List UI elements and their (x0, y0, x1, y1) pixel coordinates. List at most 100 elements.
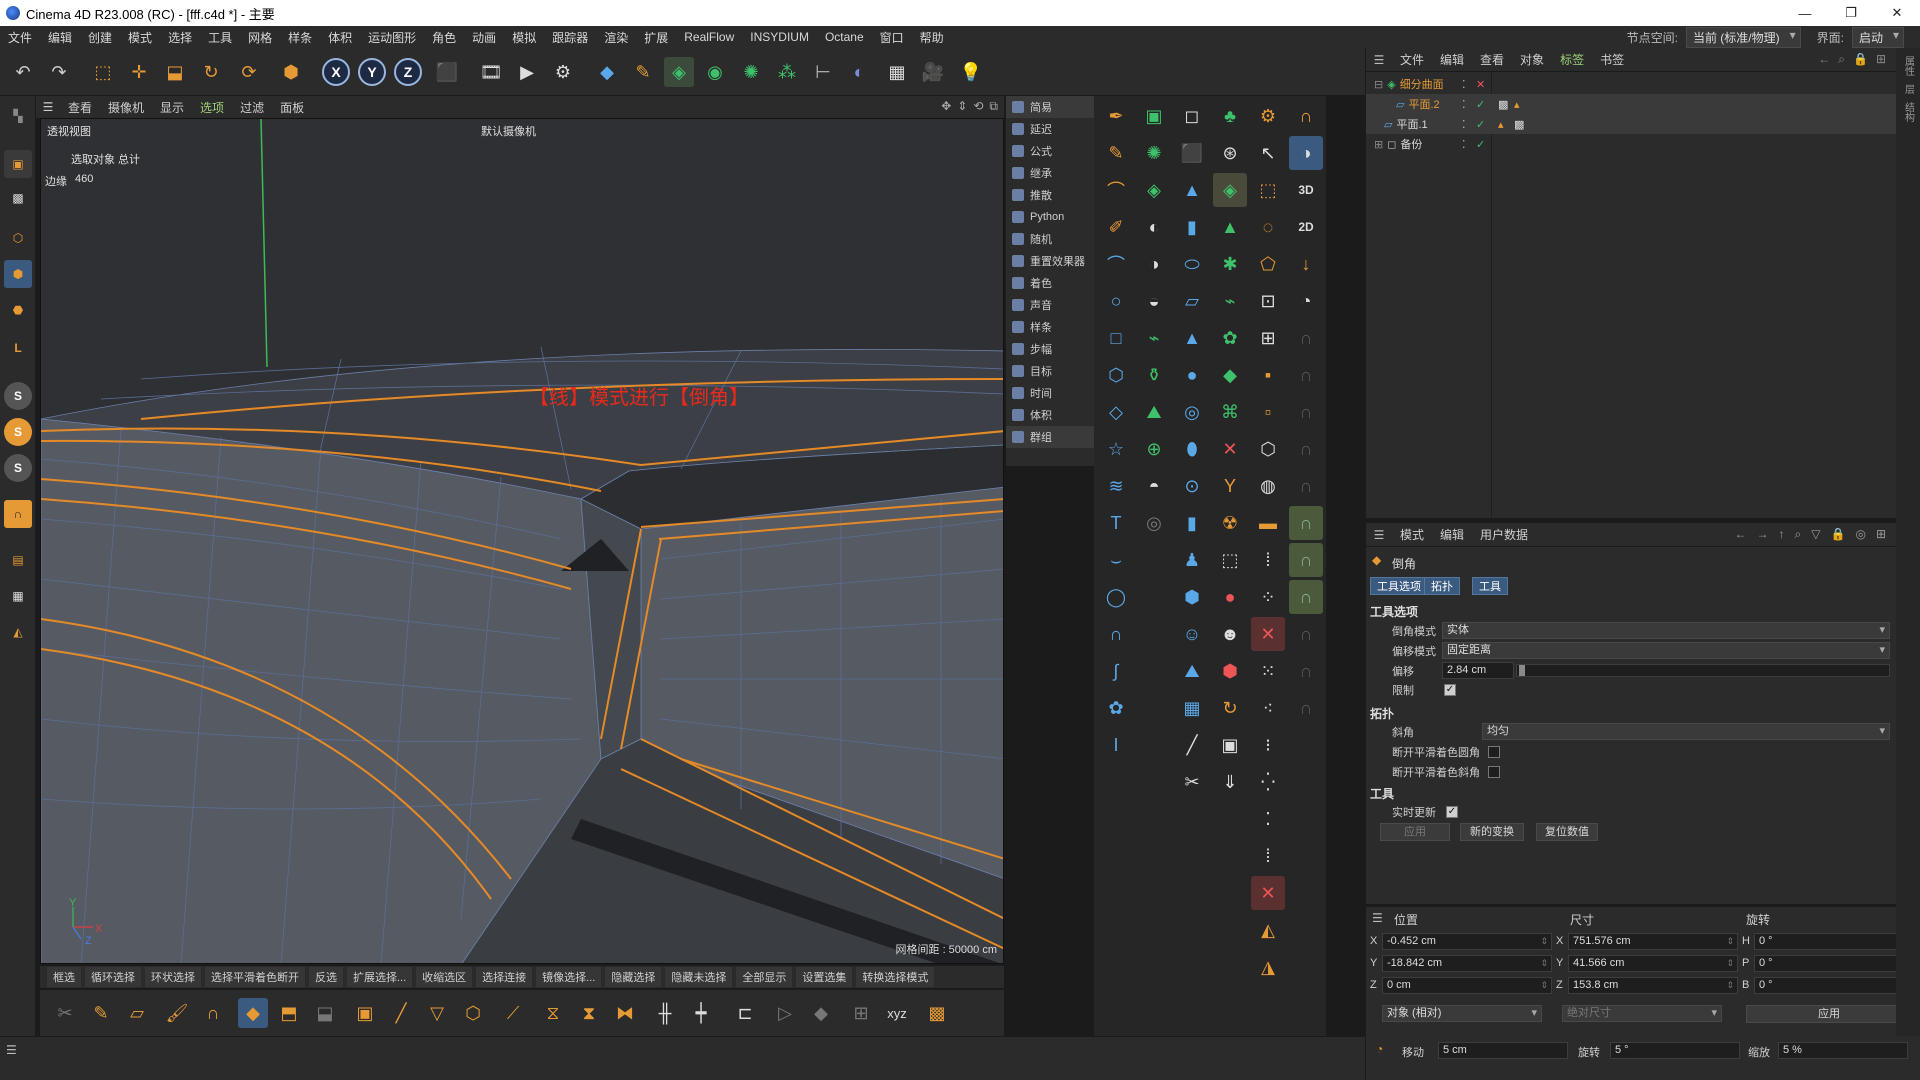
undo-icon[interactable]: ↶ (8, 57, 38, 87)
scissor-deformer-icon[interactable]: ✕ (1213, 432, 1247, 466)
null-icon[interactable]: ◻ (1175, 99, 1209, 133)
enabled-check-icon[interactable]: ✓ (1476, 138, 1485, 151)
extrude-inner-icon[interactable]: ⬓ (310, 998, 340, 1028)
maximize-button[interactable]: ❐ (1828, 0, 1874, 26)
torus-icon[interactable]: ◎ (1175, 395, 1209, 429)
hide-unselected-button[interactable]: 隐藏未选择 (664, 966, 734, 988)
tab-topology[interactable]: 拓扑 (1424, 577, 1460, 595)
polygon-icon[interactable]: ⬡ (1099, 358, 1133, 392)
object-row[interactable]: ⊞ ◻ 备份 ⁚ ✓ (1366, 134, 1896, 154)
pan-icon[interactable]: ✥ (941, 99, 951, 114)
om-menu-edit[interactable]: 编辑 (1432, 51, 1472, 68)
measure-icon[interactable]: ╱ (1175, 728, 1209, 762)
star-icon[interactable]: ☆ (1099, 432, 1133, 466)
radiation-icon[interactable]: ☢ (1213, 506, 1247, 540)
menu-window[interactable]: 窗口 (872, 29, 912, 46)
phong-break-selection-button[interactable]: 选择平滑着色断开 (204, 966, 306, 988)
dolly-icon[interactable]: ⇕ (957, 99, 967, 114)
om-search-icon[interactable]: ⌕ (1838, 52, 1845, 67)
triangulate-icon[interactable]: ⊞ (846, 998, 876, 1028)
object-name[interactable]: 备份 (1400, 136, 1422, 152)
cylinder-icon[interactable]: ▮ (1175, 210, 1209, 244)
text-spline-icon[interactable]: T (1099, 506, 1133, 540)
disabled-tool-4-icon[interactable]: ∩ (1289, 432, 1323, 466)
menu-select[interactable]: 选择 (160, 29, 200, 46)
menu-octane[interactable]: Octane (817, 30, 872, 44)
list-item[interactable]: Python (1006, 206, 1094, 228)
loft-icon[interactable]: ◈ (1137, 173, 1171, 207)
boole-icon[interactable]: ◒ (1137, 284, 1171, 318)
voronoi-icon[interactable]: ◆ (1213, 358, 1247, 392)
tube-icon[interactable]: ⊙ (1175, 469, 1209, 503)
apply-button[interactable]: 应用 (1380, 823, 1450, 841)
collapse-icon[interactable]: ◆ (806, 998, 836, 1028)
plane-cut-icon[interactable]: ┿ (686, 998, 716, 1028)
shatter-icon[interactable]: ⬢ (1213, 654, 1247, 688)
object-row[interactable]: ▱ 平面.2 ⁚ ✓ ▩ ▴ (1366, 94, 1896, 114)
object-coordinate-icon[interactable]: ⬢ (276, 57, 306, 87)
checker-tag-icon[interactable]: ▩ (1498, 98, 1508, 111)
bevel-mode-select[interactable]: 实体 (1442, 622, 1890, 639)
circle-icon[interactable]: ○ (1099, 284, 1133, 318)
diamond-icon[interactable]: ◇ (1099, 395, 1133, 429)
disabled-tool-5-icon[interactable]: ∩ (1289, 469, 1323, 503)
disabled-tool-6-icon[interactable]: ∩ (1289, 617, 1323, 651)
atom-array-icon[interactable]: ⊛ (1213, 136, 1247, 170)
disabled-green-1-icon[interactable]: ∩ (1289, 506, 1323, 540)
pointer-icon[interactable]: ↖ (1251, 136, 1285, 170)
bend-icon[interactable]: ⌁ (1213, 284, 1247, 318)
enabled-check-icon[interactable]: ✓ (1476, 98, 1485, 111)
am-back-icon[interactable]: ← (1735, 527, 1747, 542)
dissolve-icon[interactable]: ⧓ (610, 998, 640, 1028)
offset-slider-handle[interactable] (1519, 665, 1525, 676)
uv-icon[interactable]: ▣ (1213, 728, 1247, 762)
grow-selection-button[interactable]: 扩展选择... (346, 966, 414, 988)
om-menu-view[interactable]: 查看 (1472, 51, 1512, 68)
box-3d-icon[interactable]: ⬡ (1251, 432, 1285, 466)
unhide-all-button[interactable]: 全部显示 (735, 966, 794, 988)
tab-tool-options[interactable]: 工具选项 (1370, 577, 1428, 595)
floor-icon[interactable]: ▦ (882, 57, 912, 87)
menu-mesh[interactable]: 网格 (240, 29, 280, 46)
om-back-icon[interactable]: ← (1818, 52, 1830, 67)
landscape-primitive-icon[interactable]: ⛰ (1175, 654, 1209, 688)
list-item[interactable]: 推散 (1006, 184, 1094, 206)
tab-structure[interactable]: 结构 (1901, 102, 1916, 122)
normal-move-icon[interactable]: ▽ (422, 998, 452, 1028)
matrix-extrude-icon[interactable]: ▣ (350, 998, 380, 1028)
scale-tool-icon[interactable]: ⬓ (160, 57, 190, 87)
dots-grid-7-icon[interactable]: ⁚ (1251, 802, 1285, 836)
dots-grid-icon[interactable]: ⁞ (1251, 543, 1285, 577)
rot-h-input[interactable]: 0 ° (1754, 933, 1916, 950)
status-menu-icon[interactable]: ☰ (6, 1043, 17, 1057)
z-axis-lock-button[interactable]: Z (394, 58, 422, 86)
coordinate-mode-select[interactable]: 对象 (相对) (1382, 1005, 1542, 1022)
rotate-tool-icon[interactable]: ↻ (196, 57, 226, 87)
pen-spline-icon[interactable]: ✎ (628, 57, 658, 87)
selection-tag-icon[interactable]: ▴ (1514, 98, 1520, 111)
points-mode-icon[interactable]: ⬡ (4, 224, 32, 252)
scissors-icon[interactable]: ✂ (1175, 765, 1209, 799)
menu-insydium[interactable]: INSYDIUM (742, 30, 817, 44)
array-generator-icon[interactable]: ◉ (700, 57, 730, 87)
menu-mode[interactable]: 模式 (120, 29, 160, 46)
camera-icon[interactable]: 🎥 (918, 57, 948, 87)
disabled-tool-2-icon[interactable]: ∩ (1289, 358, 1323, 392)
offset-mode-select[interactable]: 固定距离 (1442, 642, 1890, 659)
snap-icon[interactable]: ∩ (4, 500, 32, 528)
mirror-selection-button[interactable]: 镜像选择... (535, 966, 603, 988)
settings-gear-icon[interactable]: ⚙ (1251, 99, 1285, 133)
bridge-icon[interactable]: ▱ (122, 998, 152, 1028)
profile-icon[interactable]: I (1099, 728, 1133, 762)
tab-attributes[interactable]: 属性 (1901, 56, 1916, 76)
list-item[interactable]: 延迟 (1006, 118, 1094, 140)
snapshot-icon[interactable]: ✕ (1251, 617, 1285, 651)
menu-render[interactable]: 渲染 (596, 29, 636, 46)
model-mode-icon[interactable]: ▣ (4, 150, 32, 178)
dots-grid-6-icon[interactable]: ⁛ (1251, 765, 1285, 799)
am-menu-mode[interactable]: 模式 (1392, 526, 1432, 543)
down-arrow-icon[interactable]: ⇓ (1213, 765, 1247, 799)
disc-primitive-icon[interactable]: ⬭ (1175, 247, 1209, 281)
menu-volume[interactable]: 体积 (320, 29, 360, 46)
list-item[interactable]: 样条 (1006, 316, 1094, 338)
